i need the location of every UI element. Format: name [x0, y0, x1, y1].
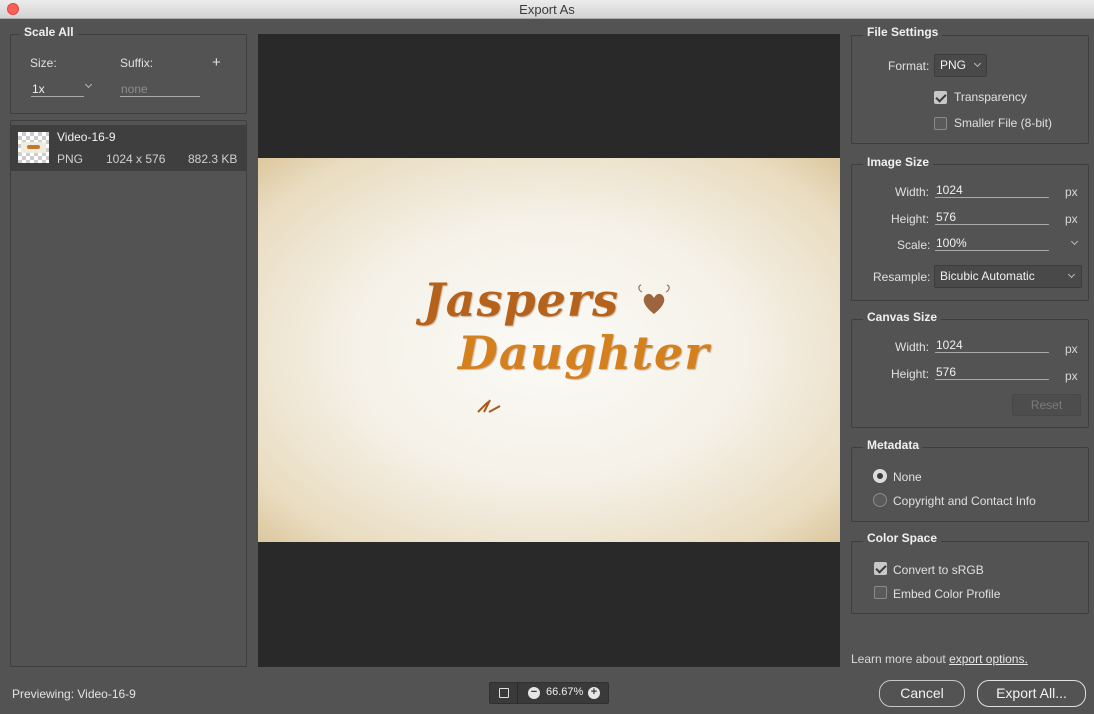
embed-profile-checkbox[interactable] [874, 586, 887, 599]
thumbnail-logo [27, 145, 40, 149]
reset-button[interactable]: Reset [1012, 394, 1081, 416]
asset-name: Video-16-9 [57, 130, 116, 144]
asset-filesize: 882.3 KB [188, 152, 238, 166]
color-space-group [851, 541, 1089, 614]
export-all-button[interactable]: Export All... [977, 680, 1086, 707]
image-size-title: Image Size [863, 155, 934, 169]
metadata-copyright-radio[interactable] [873, 493, 887, 507]
asset-thumbnail [18, 132, 49, 163]
canvas-size-title: Canvas Size [863, 310, 942, 324]
smaller-file-checkbox[interactable] [934, 117, 947, 130]
logo-text-line1: Jaspers [423, 273, 620, 327]
canvas-height-label: Height: [891, 367, 930, 381]
format-value: PNG [940, 58, 967, 72]
format-select[interactable]: PNG [934, 54, 987, 77]
image-height-input[interactable]: 576 [935, 210, 1049, 225]
asset-list [10, 120, 247, 667]
resample-select[interactable]: Bicubic Automatic [934, 265, 1082, 288]
embed-profile-label: Embed Color Profile [893, 587, 1001, 601]
preview-image: Jaspers Daughter [258, 158, 840, 542]
zoom-out-icon[interactable]: − [528, 687, 540, 699]
close-window-icon[interactable] [7, 3, 19, 15]
suffix-input[interactable]: none [120, 82, 200, 97]
image-height-unit: px [1065, 212, 1078, 226]
fit-view-icon [499, 688, 509, 698]
zoom-level: 66.67% [546, 686, 584, 698]
learn-more-text: Learn more about export options. [851, 652, 1028, 666]
resample-value: Bicubic Automatic [940, 269, 1035, 283]
canvas-width-unit: px [1065, 342, 1078, 356]
zoom-in-icon[interactable]: + [588, 687, 600, 699]
canvas-height-unit: px [1065, 369, 1078, 383]
flourish-icon [477, 399, 501, 413]
transparency-label: Transparency [954, 90, 1027, 104]
metadata-none-radio[interactable] [873, 469, 887, 483]
cancel-button[interactable]: Cancel [879, 680, 965, 707]
size-select[interactable]: 1x [31, 82, 84, 97]
scale-input[interactable]: 100% [935, 236, 1049, 251]
scale-all-title: Scale All [20, 25, 78, 39]
window-title: Export As [519, 2, 575, 17]
size-label: Size: [30, 56, 57, 70]
image-width-label: Width: [895, 185, 930, 199]
previewing-status: Previewing: Video-16-9 [12, 687, 136, 701]
preview-area[interactable]: Jaspers Daughter [258, 34, 840, 667]
image-width-unit: px [1065, 185, 1078, 199]
canvas-width-input[interactable]: 1024 [935, 338, 1049, 353]
scale-all-group [10, 34, 247, 114]
metadata-title: Metadata [863, 438, 924, 452]
smaller-file-label: Smaller File (8-bit) [954, 116, 1053, 130]
suffix-label: Suffix: [120, 56, 154, 70]
asset-dimensions: 1024 x 576 [106, 152, 166, 166]
fit-view-button[interactable] [490, 683, 518, 703]
title-bar: Export As [0, 0, 1094, 19]
convert-srgb-checkbox[interactable] [874, 562, 887, 575]
canvas-width-label: Width: [895, 340, 930, 354]
zoom-control: − 66.67% + [489, 682, 609, 704]
image-height-label: Height: [891, 212, 930, 226]
export-options-link[interactable]: export options. [949, 652, 1028, 666]
learn-more-prefix: Learn more about [851, 652, 946, 666]
format-label: Format: [888, 59, 930, 73]
chevron-down-icon [973, 59, 982, 68]
convert-srgb-label: Convert to sRGB [893, 563, 984, 577]
add-scale-button[interactable]: + [212, 54, 221, 71]
logo-text-line2: Daughter [458, 326, 710, 380]
resample-label: Resample: [873, 270, 931, 284]
metadata-copyright-label: Copyright and Contact Info [893, 494, 1036, 508]
scale-label: Scale: [897, 238, 931, 252]
file-settings-title: File Settings [863, 25, 943, 39]
chevron-down-icon [1067, 270, 1076, 279]
transparency-checkbox[interactable] [934, 91, 947, 104]
heart-wings-icon [638, 284, 670, 314]
image-width-input[interactable]: 1024 [935, 183, 1049, 198]
canvas-height-input[interactable]: 576 [935, 365, 1049, 380]
color-space-title: Color Space [863, 531, 942, 545]
metadata-group [851, 447, 1089, 522]
asset-format: PNG [57, 152, 84, 166]
asset-row[interactable]: Video-16-9 PNG 1024 x 576 882.3 KB [11, 125, 246, 171]
metadata-none-label: None [893, 470, 922, 484]
